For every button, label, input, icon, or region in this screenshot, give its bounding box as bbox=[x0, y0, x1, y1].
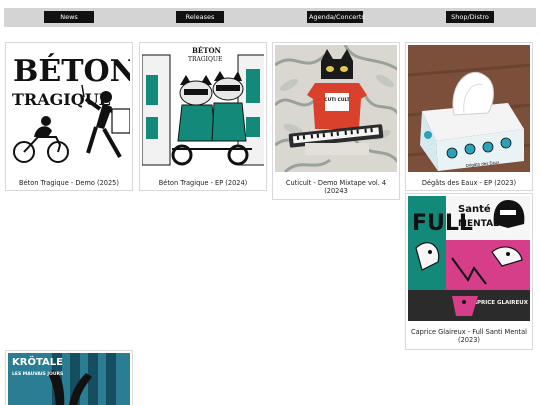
release-card[interactable]: Dégâts des Eaux Dégâts des Eaux - EP (20… bbox=[405, 42, 533, 191]
release-card[interactable]: BÉTON TRAGIQUE Béton Tragique - Demo (20… bbox=[5, 42, 133, 191]
cover-subtitle-text: TRAGIQUE bbox=[188, 56, 222, 63]
release-caption[interactable]: Béton Tragique - Demo (2025) bbox=[10, 179, 128, 187]
release-cover-image[interactable]: KRÖTALE LES MAUVAIS JOURS bbox=[8, 353, 130, 405]
cover-title-text: KRÖTALE bbox=[12, 354, 63, 368]
release-card[interactable]: FULL Santé MENTAL CAPRICE GLAIREUX Capri… bbox=[405, 193, 533, 350]
release-card[interactable]: KRÖTALE LES MAUVAIS JOURS bbox=[5, 350, 133, 405]
release-card[interactable]: BÉTON TRAGIQUE Béton Tragique - EP (2024… bbox=[139, 42, 267, 191]
cover-shirt-text: CUTI CULT bbox=[324, 97, 350, 103]
release-cover-image[interactable]: FULL Santé MENTAL CAPRICE GLAIREUX bbox=[408, 196, 530, 321]
release-caption[interactable]: Béton Tragique - EP (2024) bbox=[144, 179, 262, 187]
nav-news-button[interactable]: News bbox=[44, 11, 94, 23]
release-caption[interactable]: Cuticult - Demo Mixtape vol. 4 (20243 bbox=[277, 179, 395, 195]
cover-subtitle-text: LES MAUVAIS JOURS bbox=[12, 371, 63, 377]
nav-releases-button[interactable]: Releases bbox=[176, 11, 224, 23]
top-nav-bar: News Releases Agenda/Concerts Shop/Distr… bbox=[4, 8, 536, 27]
release-caption[interactable]: Caprice Glaireux - Full Santi Mental (20… bbox=[410, 328, 528, 344]
release-cover-image[interactable]: BÉTON TRAGIQUE bbox=[8, 45, 130, 170]
release-cover-image[interactable]: BÉTON TRAGIQUE bbox=[142, 45, 264, 170]
nav-shop-button[interactable]: Shop/Distro bbox=[446, 11, 494, 23]
cover-title-text: BÉTON bbox=[192, 46, 222, 55]
cover-title-text: BÉTON bbox=[13, 53, 130, 89]
cover-subtitle-2-text: MENTAL bbox=[458, 219, 499, 229]
release-cover-image[interactable]: CUTI CULT bbox=[275, 45, 397, 172]
nav-agenda-button[interactable]: Agenda/Concerts bbox=[307, 11, 365, 23]
cover-corner-text: CAPRICE GLAIREUX bbox=[469, 300, 529, 306]
release-caption[interactable]: Dégâts des Eaux - EP (2023) bbox=[410, 179, 528, 187]
cover-subtitle-text: Santé bbox=[458, 203, 491, 215]
release-cover-image[interactable]: Dégâts des Eaux bbox=[408, 45, 530, 172]
release-card[interactable]: CUTI CULT Cuticult - Demo Mixtape vol. 4… bbox=[272, 42, 400, 200]
